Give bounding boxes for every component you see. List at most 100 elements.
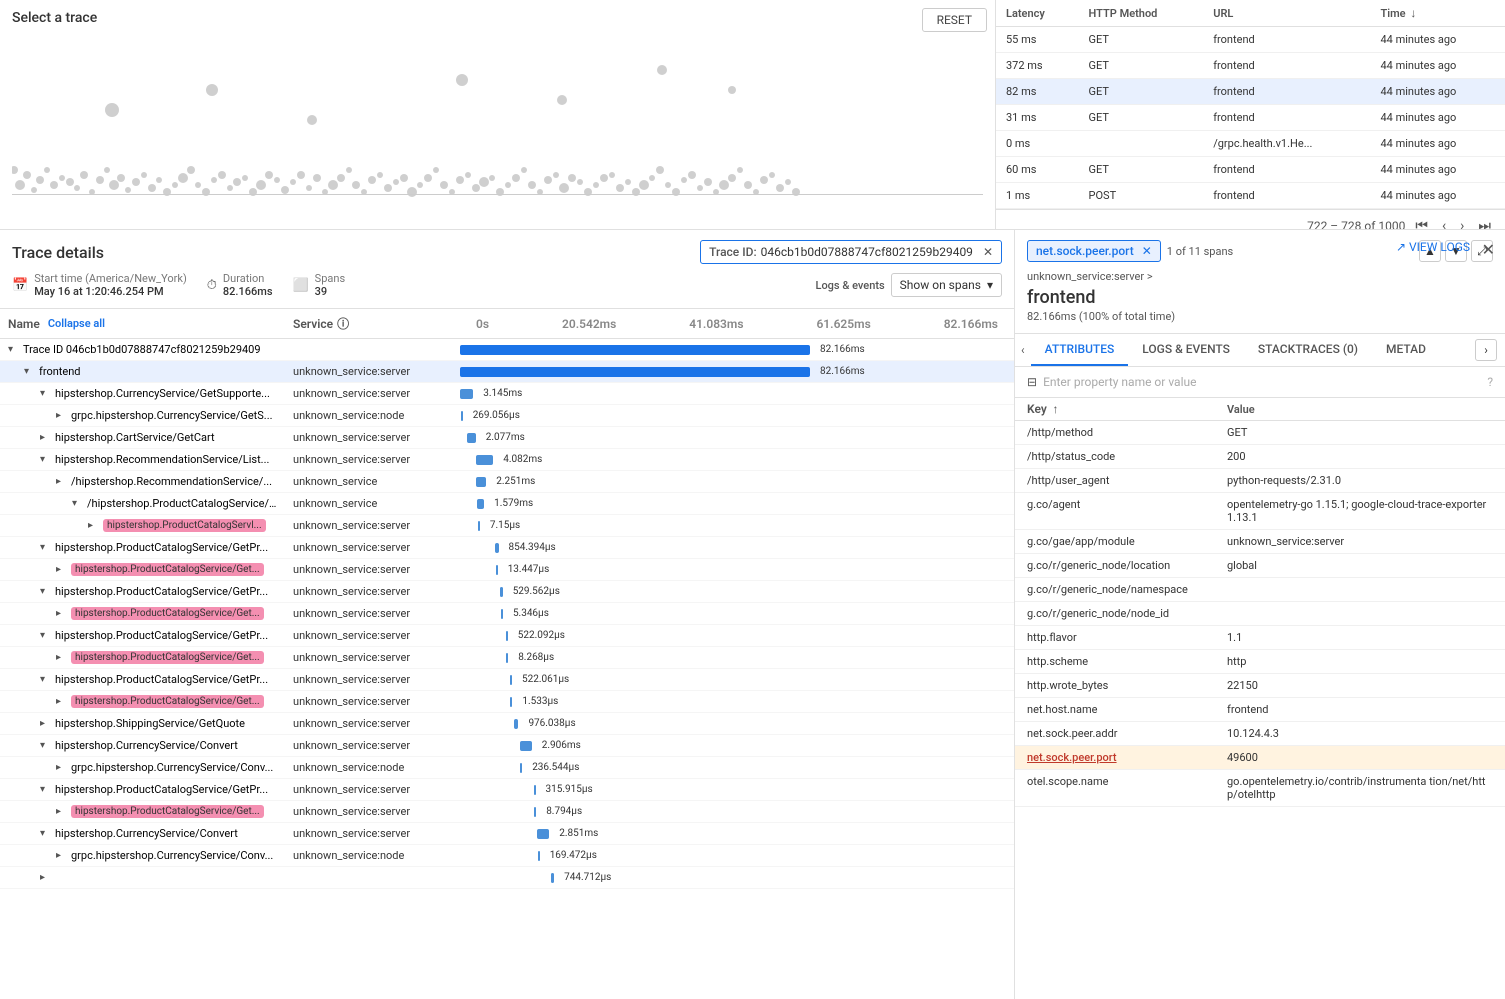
trace-table-row[interactable]: 55 msGETfrontend44 minutes ago: [996, 27, 1505, 53]
col-time[interactable]: Time ↓: [1370, 0, 1505, 27]
span-row[interactable]: ▸hipstershop.ShippingService/GetQuoteunk…: [0, 713, 1014, 735]
span-row[interactable]: ▸hipstershop.ProductCatalogService/Get..…: [0, 559, 1014, 581]
collapse-icon[interactable]: ▾: [40, 674, 52, 685]
span-row[interactable]: ▾/hipstershop.ProductCatalogService/...u…: [0, 493, 1014, 515]
expand-icon[interactable]: ▸: [40, 872, 52, 883]
trace-table-row[interactable]: 0 ms/grpc.health.v1.He...44 minutes ago: [996, 131, 1505, 157]
expand-icon[interactable]: ▸: [88, 520, 100, 531]
collapse-icon[interactable]: ▾: [40, 388, 52, 399]
tab-stacktraces[interactable]: STACKTRACES (0): [1244, 334, 1372, 366]
span-row[interactable]: ▸hipstershop.ProductCatalogService/Get..…: [0, 801, 1014, 823]
expand-icon[interactable]: ▸: [56, 476, 68, 487]
trace-table-row[interactable]: 372 msGETfrontend44 minutes ago: [996, 53, 1505, 79]
collapse-icon[interactable]: ▾: [40, 454, 52, 465]
prev-page-button[interactable]: ‹: [1438, 216, 1450, 229]
expand-icon[interactable]: ▸: [56, 696, 68, 707]
scatter-dot: [36, 176, 44, 184]
span-row[interactable]: ▸grpc.hipstershop.CurrencyService/Conv..…: [0, 757, 1014, 779]
expand-icon[interactable]: ▸: [56, 564, 68, 575]
scatter-dot: [433, 167, 439, 173]
span-name-cell: ▸hipstershop.ProductCatalogService/Get..…: [0, 649, 285, 666]
span-row[interactable]: ▸grpc.hipstershop.CurrencyService/GetS..…: [0, 405, 1014, 427]
collapse-icon[interactable]: ▾: [40, 586, 52, 597]
collapse-icon[interactable]: ▾: [40, 784, 52, 795]
span-timeline-bar: [520, 763, 522, 773]
span-duration-label: 976.038µs: [528, 718, 575, 729]
span-timeline-bar: [514, 719, 518, 729]
tab-meta[interactable]: METAD: [1372, 334, 1440, 366]
trace-table-row[interactable]: 1 msPOSTfrontend44 minutes ago: [996, 183, 1505, 209]
span-row[interactable]: ▾Trace ID 046cb1b0d07888747cf8021259b294…: [0, 339, 1014, 361]
span-row[interactable]: ▾hipstershop.ProductCatalogService/GetPr…: [0, 669, 1014, 691]
span-name-cell: ▸hipstershop.ProductCatalogService/Get..…: [0, 693, 285, 710]
span-row[interactable]: ▸hipstershop.CartService/GetCartunknown_…: [0, 427, 1014, 449]
last-page-button[interactable]: ⏭: [1474, 216, 1495, 229]
collapse-icon[interactable]: ▾: [40, 740, 52, 751]
span-row[interactable]: ▾hipstershop.CurrencyService/Convertunkn…: [0, 735, 1014, 757]
reset-button[interactable]: RESET: [922, 8, 987, 32]
collapse-icon[interactable]: ▾: [24, 366, 36, 377]
span-row[interactable]: ▾hipstershop.CurrencyService/GetSupporte…: [0, 383, 1014, 405]
expand-icon[interactable]: ▸: [56, 608, 68, 619]
span-filter-chip[interactable]: net.sock.peer.port ✕: [1027, 240, 1161, 262]
scatter-dot: [96, 176, 104, 184]
trace-table-row[interactable]: 82 msGETfrontend44 minutes ago: [996, 79, 1505, 105]
scatter-dot: [195, 182, 201, 188]
expand-icon[interactable]: ▸: [40, 718, 52, 729]
span-timeline-bar: [551, 873, 554, 883]
span-row[interactable]: ▸hipstershop.ProductCatalogService/Get..…: [0, 603, 1014, 625]
expand-icon[interactable]: ▸: [56, 410, 68, 421]
collapse-icon[interactable]: ▾: [8, 344, 20, 355]
tab-nav-right[interactable]: ›: [1475, 339, 1497, 361]
span-timeline-cell: 269.056µs: [460, 406, 1014, 426]
span-row[interactable]: ▸744.712µs: [0, 867, 1014, 889]
tab-logs-events[interactable]: LOGS & EVENTS: [1128, 334, 1244, 366]
span-row[interactable]: ▸grpc.hipstershop.CurrencyService/Conv..…: [0, 845, 1014, 867]
span-row[interactable]: ▸/hipstershop.RecommendationService/...u…: [0, 471, 1014, 493]
show-on-spans-dropdown[interactable]: Show on spans ▾: [891, 273, 1002, 297]
span-timeline-cell: 169.472µs: [460, 846, 1014, 866]
next-page-button[interactable]: ›: [1456, 216, 1468, 229]
scatter-dot: [233, 178, 241, 186]
view-logs-link[interactable]: ↗ VIEW LOGS: [1396, 240, 1470, 254]
collapse-all-btn[interactable]: Collapse all: [48, 317, 105, 330]
expand-icon[interactable]: ▸: [56, 850, 68, 861]
trace-id-input[interactable]: Trace ID: 046cb1b0d07888747cf8021259b294…: [700, 240, 1002, 264]
span-row[interactable]: ▾hipstershop.ProductCatalogService/GetPr…: [0, 581, 1014, 603]
attr-filter-input[interactable]: [1043, 375, 1481, 389]
attr-key: /http/user_agent: [1015, 469, 1215, 493]
collapse-icon[interactable]: ▾: [72, 498, 84, 509]
span-row[interactable]: ▾hipstershop.RecommendationService/List.…: [0, 449, 1014, 471]
span-row[interactable]: ▸hipstershop.ProductCatalogServl...unkno…: [0, 515, 1014, 537]
span-row[interactable]: ▾hipstershop.ProductCatalogService/GetPr…: [0, 625, 1014, 647]
filter-chip-close-icon[interactable]: ✕: [1142, 244, 1152, 258]
clear-trace-id-icon[interactable]: ✕: [983, 245, 993, 259]
expand-icon[interactable]: ▸: [56, 762, 68, 773]
span-row[interactable]: ▸hipstershop.ProductCatalogService/Get..…: [0, 691, 1014, 713]
attr-row: /http/user_agentpython-requests/2.31.0: [1015, 469, 1505, 493]
collapse-icon[interactable]: ▾: [40, 542, 52, 553]
trace-table-row[interactable]: 31 msGETfrontend44 minutes ago: [996, 105, 1505, 131]
service-help-icon[interactable]: ⓘ: [337, 315, 349, 332]
close-panel-button[interactable]: ✕: [1482, 240, 1495, 259]
span-row[interactable]: ▾hipstershop.ProductCatalogService/GetPr…: [0, 537, 1014, 559]
first-page-button[interactable]: ⏮: [1411, 216, 1432, 229]
tab-attributes[interactable]: ATTRIBUTES: [1031, 334, 1129, 366]
span-timeline-cell: 854.394µs: [460, 538, 1014, 558]
scatter-dot: [424, 174, 432, 182]
collapse-icon[interactable]: ▾: [40, 630, 52, 641]
span-row[interactable]: ▾frontendunknown_service:server82.166ms: [0, 361, 1014, 383]
scatter-dot: [227, 185, 233, 191]
expand-icon[interactable]: ▸: [56, 652, 68, 663]
prev-tab-button[interactable]: ‹: [1015, 334, 1031, 366]
collapse-icon[interactable]: ▾: [40, 828, 52, 839]
expand-icon[interactable]: ▸: [56, 806, 68, 817]
trace-table-row[interactable]: 60 msGETfrontend44 minutes ago: [996, 157, 1505, 183]
span-row[interactable]: ▸hipstershop.ProductCatalogService/Get..…: [0, 647, 1014, 669]
expand-icon[interactable]: ▸: [40, 432, 52, 443]
span-name-cell: ▾/hipstershop.ProductCatalogService/...: [0, 495, 285, 512]
attr-key-col-header[interactable]: Key ↑: [1015, 398, 1215, 421]
attr-help-icon[interactable]: ?: [1487, 375, 1493, 389]
span-row[interactable]: ▾hipstershop.CurrencyService/Convertunkn…: [0, 823, 1014, 845]
span-row[interactable]: ▾hipstershop.ProductCatalogService/GetPr…: [0, 779, 1014, 801]
